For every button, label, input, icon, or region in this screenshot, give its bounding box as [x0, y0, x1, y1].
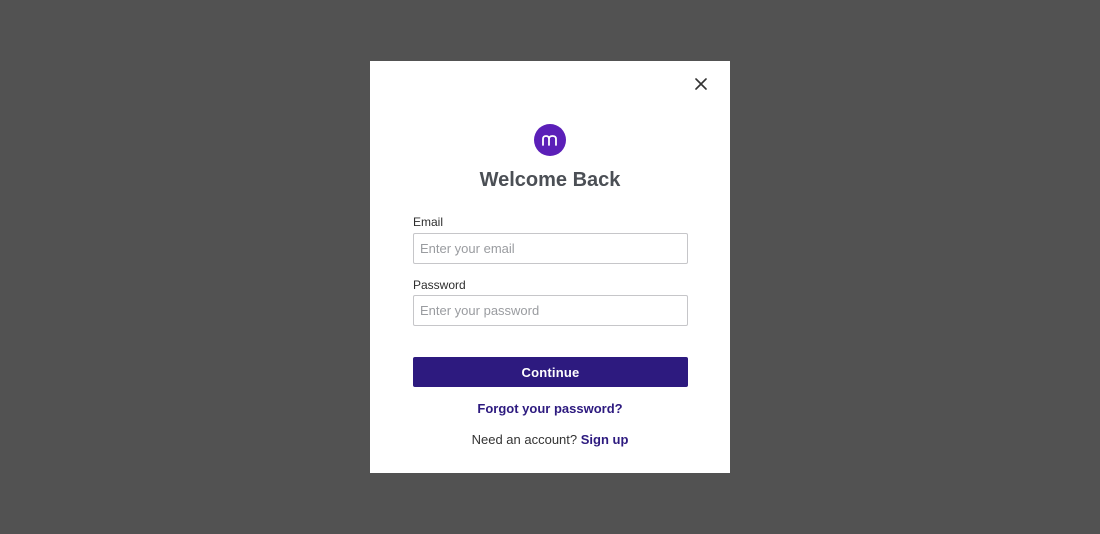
signup-link[interactable]: Sign up: [581, 432, 629, 447]
password-label: Password: [413, 278, 466, 292]
brand-logo-icon: [534, 124, 566, 156]
signup-row: Need an account? Sign up: [370, 432, 730, 447]
forgot-password-link[interactable]: Forgot your password?: [370, 401, 730, 416]
continue-button[interactable]: Continue: [413, 357, 688, 387]
password-field[interactable]: [413, 295, 688, 326]
login-modal: Welcome Back Email Password Continue For…: [370, 61, 730, 473]
email-label: Email: [413, 215, 444, 229]
close-icon: [695, 78, 707, 90]
logo-m-glyph: [542, 135, 557, 146]
signup-prompt: Need an account?: [471, 432, 581, 447]
page-title: Welcome Back: [479, 169, 621, 191]
email-field[interactable]: [413, 233, 688, 264]
close-button[interactable]: [690, 73, 712, 95]
